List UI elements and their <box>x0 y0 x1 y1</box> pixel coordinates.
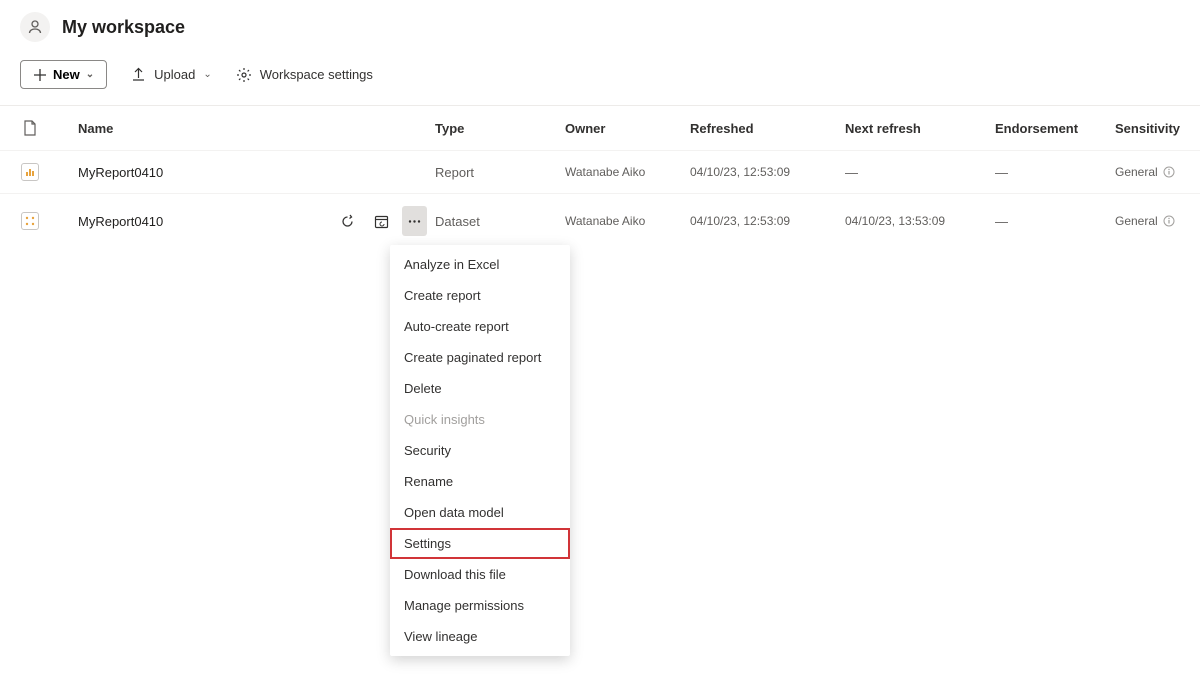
table-header-row: Name Type Owner Refreshed Next refresh E… <box>0 106 1200 150</box>
report-icon <box>25 167 35 177</box>
column-header-sensitivity[interactable]: Sensitivity <box>1115 121 1200 136</box>
upload-icon <box>131 67 146 82</box>
row-type: Dataset <box>435 214 565 229</box>
content-table: Name Type Owner Refreshed Next refresh E… <box>0 106 1200 248</box>
column-header-endorsement[interactable]: Endorsement <box>995 121 1115 136</box>
refresh-icon <box>340 214 355 229</box>
menu-settings[interactable]: Settings <box>390 528 570 559</box>
info-icon <box>1163 166 1175 178</box>
row-refreshed: 04/10/23, 12:53:09 <box>690 165 845 179</box>
menu-auto-create-report[interactable]: Auto-create report <box>390 311 570 342</box>
workspace-settings-label: Workspace settings <box>260 67 373 82</box>
schedule-refresh-button[interactable] <box>368 206 393 236</box>
table-row[interactable]: MyReport0410 <box>0 193 1200 248</box>
toolbar: New ⌄ Upload ⌄ Workspace settings <box>0 54 1200 106</box>
row-endorsement: — <box>995 165 1115 180</box>
column-header-name[interactable]: Name <box>60 121 335 136</box>
column-header-type[interactable]: Type <box>435 121 565 136</box>
new-button-label: New <box>53 67 80 82</box>
dataset-icon <box>25 216 35 226</box>
menu-download-file[interactable]: Download this file <box>390 559 570 590</box>
row-sensitivity: General <box>1115 165 1200 179</box>
row-type-icon <box>0 163 60 181</box>
row-refreshed: 04/10/23, 12:53:09 <box>690 214 845 228</box>
info-icon <box>1163 215 1175 227</box>
chevron-down-icon: ⌄ <box>86 69 94 80</box>
menu-security[interactable]: Security <box>390 435 570 466</box>
menu-rename[interactable]: Rename <box>390 466 570 497</box>
gear-icon <box>236 67 252 83</box>
row-type-icon <box>0 212 60 230</box>
menu-view-lineage[interactable]: View lineage <box>390 621 570 652</box>
row-name[interactable]: MyReport0410 <box>60 214 335 229</box>
row-name[interactable]: MyReport0410 <box>60 165 335 180</box>
column-header-icon <box>0 120 60 136</box>
more-options-button[interactable] <box>402 206 427 236</box>
refresh-now-button[interactable] <box>335 206 360 236</box>
new-button[interactable]: New ⌄ <box>20 60 107 89</box>
plus-icon <box>33 68 47 82</box>
row-owner: Watanabe Aiko <box>565 214 690 228</box>
workspace-settings-button[interactable]: Workspace settings <box>236 67 373 83</box>
menu-analyze-excel[interactable]: Analyze in Excel <box>390 249 570 280</box>
workspace-header: My workspace <box>0 0 1200 54</box>
menu-create-paginated-report[interactable]: Create paginated report <box>390 342 570 373</box>
row-next-refresh: 04/10/23, 13:53:09 <box>845 214 995 228</box>
row-sensitivity: General <box>1115 214 1200 228</box>
column-header-refreshed[interactable]: Refreshed <box>690 121 845 136</box>
calendar-refresh-icon <box>374 214 389 229</box>
document-icon <box>23 120 37 136</box>
menu-create-report[interactable]: Create report <box>390 280 570 311</box>
row-type: Report <box>435 165 565 180</box>
workspace-title: My workspace <box>62 17 185 38</box>
row-next-refresh: — <box>845 165 995 180</box>
context-menu: Analyze in Excel Create report Auto-crea… <box>390 245 570 656</box>
menu-delete[interactable]: Delete <box>390 373 570 404</box>
chevron-down-icon: ⌄ <box>203 69 211 80</box>
row-endorsement: — <box>995 214 1115 229</box>
row-owner: Watanabe Aiko <box>565 165 690 179</box>
upload-button[interactable]: Upload ⌄ <box>131 67 212 82</box>
table-row[interactable]: MyReport0410 Report Watanabe Aiko 04/10/… <box>0 150 1200 193</box>
upload-label: Upload <box>154 67 195 82</box>
menu-manage-permissions[interactable]: Manage permissions <box>390 590 570 621</box>
menu-quick-insights: Quick insights <box>390 404 570 435</box>
more-horizontal-icon <box>407 214 422 229</box>
column-header-next-refresh[interactable]: Next refresh <box>845 121 995 136</box>
column-header-owner[interactable]: Owner <box>565 121 690 136</box>
menu-open-data-model[interactable]: Open data model <box>390 497 570 528</box>
workspace-avatar <box>20 12 50 42</box>
person-icon <box>27 19 43 35</box>
